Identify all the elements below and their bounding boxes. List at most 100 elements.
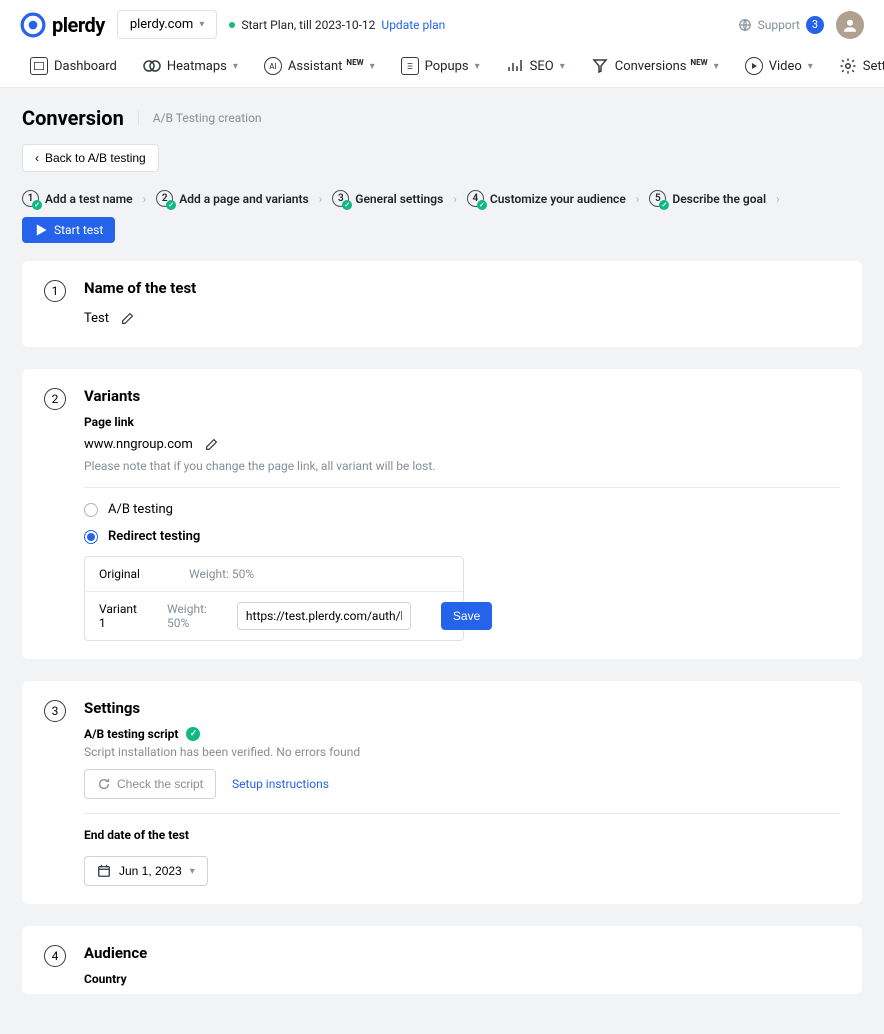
variant-url-input[interactable] xyxy=(237,602,411,630)
start-test-button[interactable]: Start test xyxy=(22,217,115,243)
step-label: Customize your audience xyxy=(490,192,626,206)
pencil-icon xyxy=(205,438,218,451)
start-test-label: Start test xyxy=(54,223,103,237)
back-button-label: Back to A/B testing xyxy=(45,151,146,165)
save-variant-button[interactable]: Save xyxy=(441,602,492,630)
radio-ab-testing[interactable]: A/B testing xyxy=(84,502,840,517)
domain-selector-label: plerdy.com xyxy=(130,17,194,32)
nav-conversions-label: Conversions xyxy=(615,59,687,74)
check-icon: ✓ xyxy=(166,200,176,210)
status-dot-icon xyxy=(229,22,235,28)
step-label: General settings xyxy=(355,192,443,206)
check-script-button[interactable]: Check the script xyxy=(84,769,216,799)
variant-weight: Weight: 50% xyxy=(167,602,207,630)
brand-logo[interactable]: plerdy xyxy=(20,12,105,38)
new-badge: NEW xyxy=(691,58,708,67)
end-date-picker[interactable]: Jun 1, 2023 ▾ xyxy=(84,856,208,886)
nav-assistant[interactable]: AI Assistant NEW ▾ xyxy=(264,57,375,75)
section-name-of-test: 1 Name of the test Test xyxy=(22,261,862,347)
main-nav: Dashboard Heatmaps ▾ AI Assistant NEW ▾ … xyxy=(0,49,884,88)
support-link[interactable]: Support 3 xyxy=(738,16,824,34)
plan-info: Start Plan, till 2023-10-12 Update plan xyxy=(229,18,445,32)
chevron-right-icon: › xyxy=(143,192,147,206)
plan-text: Start Plan, till 2023-10-12 xyxy=(241,18,375,32)
settings-icon xyxy=(839,57,857,75)
step-label: Describe the goal xyxy=(672,192,766,206)
chevron-right-icon: › xyxy=(636,192,640,206)
section-number: 2 xyxy=(44,388,66,410)
variant-row-1: Variant 1 Weight: 50% Save xyxy=(85,592,463,640)
conversions-icon xyxy=(591,57,609,75)
user-avatar[interactable] xyxy=(836,11,864,39)
chevron-down-icon: ▾ xyxy=(233,61,238,72)
chevron-right-icon: › xyxy=(453,192,457,206)
radio-ab-label: A/B testing xyxy=(108,502,173,517)
step-item[interactable]: 5✓ Describe the goal xyxy=(649,190,766,207)
nav-settings[interactable]: Settings ▾ xyxy=(839,57,884,75)
section-settings: 3 Settings A/B testing script ✓ Script i… xyxy=(22,681,862,904)
script-label: A/B testing script xyxy=(84,727,178,741)
section-audience: 4 Audience Country xyxy=(22,926,862,994)
section-number: 4 xyxy=(44,945,66,967)
nav-popups[interactable]: Popups ▾ xyxy=(401,57,480,75)
update-plan-link[interactable]: Update plan xyxy=(381,18,445,32)
check-icon: ✓ xyxy=(186,727,200,741)
nav-seo[interactable]: SEO ▾ xyxy=(506,57,565,75)
variant-weight: Weight: 50% xyxy=(189,567,259,581)
setup-instructions-link[interactable]: Setup instructions xyxy=(232,777,329,791)
nav-seo-label: SEO xyxy=(530,59,554,74)
radio-redirect-testing[interactable]: Redirect testing xyxy=(84,529,840,544)
nav-conversions[interactable]: Conversions NEW ▾ xyxy=(591,57,719,75)
variants-table: Original Weight: 50% Variant 1 Weight: 5… xyxy=(84,556,464,641)
back-button[interactable]: ‹ Back to A/B testing xyxy=(22,144,159,172)
country-label: Country xyxy=(84,972,840,986)
chevron-right-icon: › xyxy=(776,192,780,206)
chevron-down-icon: ▾ xyxy=(560,61,565,72)
edit-test-name-button[interactable] xyxy=(117,307,139,329)
heatmaps-icon xyxy=(143,57,161,75)
divider xyxy=(84,487,840,488)
step-item[interactable]: 4✓ Customize your audience xyxy=(467,190,626,207)
edit-page-link-button[interactable] xyxy=(201,433,223,455)
page-subtitle: A/B Testing creation xyxy=(138,111,262,125)
nav-dashboard-label: Dashboard xyxy=(54,59,117,74)
end-date-value: Jun 1, 2023 xyxy=(119,864,182,878)
section-number: 1 xyxy=(44,280,66,302)
check-script-label: Check the script xyxy=(117,777,203,791)
nav-settings-label: Settings xyxy=(863,59,884,74)
step-item[interactable]: 2✓ Add a page and variants xyxy=(156,190,308,207)
nav-popups-label: Popups xyxy=(425,59,469,74)
page-link-value: www.nngroup.com xyxy=(84,437,193,452)
nav-video-label: Video xyxy=(769,59,802,74)
test-name-value: Test xyxy=(84,311,109,326)
page-link-label: Page link xyxy=(84,415,840,429)
nav-assistant-label: Assistant xyxy=(288,59,343,74)
step-item[interactable]: 3✓ General settings xyxy=(332,190,443,207)
section-title: Audience xyxy=(84,944,840,962)
video-icon xyxy=(745,57,763,75)
chevron-down-icon: ▾ xyxy=(370,61,375,72)
brand-name: plerdy xyxy=(52,13,105,37)
page-title: Conversion xyxy=(22,106,124,130)
page-heading: Conversion A/B Testing creation xyxy=(22,106,862,130)
support-count-badge: 3 xyxy=(806,16,824,34)
domain-selector[interactable]: plerdy.com ▾ xyxy=(117,10,218,39)
dashboard-icon xyxy=(30,57,48,75)
steps-bar: 1✓ Add a test name › 2✓ Add a page and v… xyxy=(22,190,862,243)
chevron-down-icon: ▾ xyxy=(199,19,204,30)
check-icon: ✓ xyxy=(659,200,669,210)
nav-heatmaps[interactable]: Heatmaps ▾ xyxy=(143,57,238,75)
chevron-down-icon: ▾ xyxy=(808,61,813,72)
end-date-label: End date of the test xyxy=(84,828,840,842)
nav-dashboard[interactable]: Dashboard xyxy=(30,57,117,75)
nav-video[interactable]: Video ▾ xyxy=(745,57,813,75)
refresh-icon xyxy=(97,777,111,791)
check-icon: ✓ xyxy=(32,200,42,210)
step-label: Add a page and variants xyxy=(179,192,308,206)
chevron-down-icon: ▾ xyxy=(475,61,480,72)
chevron-left-icon: ‹ xyxy=(35,151,39,165)
pencil-icon xyxy=(121,312,134,325)
script-note: Script installation has been verified. N… xyxy=(84,745,840,759)
calendar-icon xyxy=(97,864,111,878)
step-item[interactable]: 1✓ Add a test name xyxy=(22,190,133,207)
